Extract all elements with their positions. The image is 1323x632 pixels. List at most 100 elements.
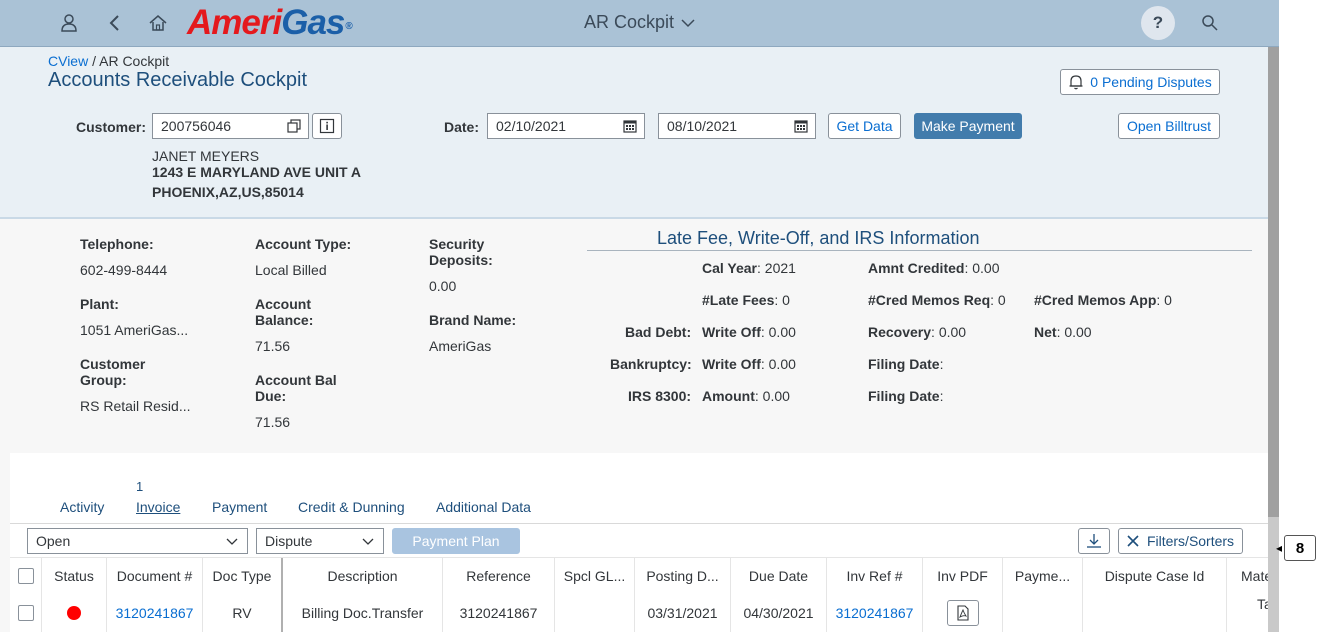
posting-date-cell: 03/31/2021 <box>635 594 731 632</box>
account-balance-value: 71.56 <box>255 338 291 354</box>
invoice-count-badge: 1 <box>136 479 144 494</box>
amnt-credited-field: Amnt Credited: 0.00 <box>868 260 1000 276</box>
back-icon[interactable] <box>103 11 127 35</box>
search-icon[interactable] <box>1198 11 1222 35</box>
account-type-label: Account Type: <box>255 236 352 252</box>
row-checkbox[interactable] <box>17 605 34 621</box>
home-icon[interactable] <box>146 11 170 35</box>
account-type-value: Local Billed <box>255 262 327 278</box>
table-row[interactable]: 3120241867 RV Billing Doc.Transfer 31202… <box>10 594 1279 632</box>
dispute-case-cell <box>1083 594 1227 632</box>
select-all-checkbox[interactable] <box>17 568 34 584</box>
brand-name-value: AmeriGas <box>429 338 492 354</box>
pdf-button[interactable] <box>946 600 979 626</box>
chevron-down-icon <box>681 18 695 27</box>
column-header-doc-type[interactable]: Doc Type <box>203 558 283 594</box>
date-to-input[interactable]: 08/10/2021 <box>658 113 816 139</box>
cred-memos-req-field: #Cred Memos Req: 0 <box>868 292 1006 308</box>
tab-credit-dunning[interactable]: Credit & Dunning <box>298 499 405 515</box>
calendar-icon[interactable] <box>622 118 638 134</box>
app-window: AmeriGas® AR Cockpit ? CView / AR Cockpi… <box>0 0 1279 632</box>
column-header-dispute-case-id[interactable]: Dispute Case Id <box>1083 558 1227 594</box>
shell-bar: AmeriGas® AR Cockpit ? <box>0 0 1279 47</box>
late-fee-divider <box>587 250 1252 251</box>
breadcrumb: CView / AR Cockpit <box>48 53 170 69</box>
account-info-section: Telephone: 602-499-8444 Plant: 1051 Amer… <box>0 220 1279 453</box>
telephone-value: 602-499-8444 <box>80 262 168 278</box>
payment-plan-button[interactable]: Payment Plan <box>392 528 520 554</box>
reference-cell: 3120241867 <box>443 594 555 632</box>
row-checkbox-cell[interactable] <box>10 594 42 632</box>
filters-sorters-button[interactable]: Filters/Sorters <box>1118 528 1243 554</box>
cal-year-field: Cal Year: 2021 <box>702 260 796 276</box>
tab-activity[interactable]: Activity <box>60 499 104 515</box>
irs-amount-field: Amount: 0.00 <box>702 388 790 404</box>
column-header-inv-pdf[interactable]: Inv PDF <box>923 558 1003 594</box>
column-header-spcl-gl[interactable]: Spcl GL... <box>555 558 635 594</box>
net-field: Net: 0.00 <box>1034 324 1092 340</box>
breadcrumb-current: AR Cockpit <box>99 53 170 69</box>
table-header: Status Document # Doc Type Description R… <box>10 557 1279 595</box>
help-button[interactable]: ? <box>1141 6 1175 40</box>
column-header-payment[interactable]: Payme... <box>1003 558 1083 594</box>
column-header-status[interactable]: Status <box>42 558 107 594</box>
page-header: CView / AR Cockpit Accounts Receivable C… <box>0 47 1279 219</box>
tab-additional-data[interactable]: Additional Data <box>436 499 531 515</box>
status-indicator <box>67 606 81 620</box>
scrollbar-thumb[interactable] <box>1268 47 1279 517</box>
column-header-due-date[interactable]: Due Date <box>731 558 827 594</box>
document-link[interactable]: 3120241867 <box>116 605 194 621</box>
plant-label: Plant: <box>80 296 119 312</box>
doc-type-cell: RV <box>203 594 283 632</box>
select-all-checkbox-cell[interactable] <box>10 558 42 594</box>
inv-pdf-cell <box>923 594 1003 632</box>
inv-ref-cell: 3120241867 <box>827 594 923 632</box>
column-header-reference[interactable]: Reference <box>443 558 555 594</box>
calendar-icon[interactable] <box>793 118 809 134</box>
cred-memos-app-field: #Cred Memos App: 0 <box>1034 292 1172 308</box>
info-icon <box>319 118 335 134</box>
bad-debt-write-off-field: Write Off: 0.00 <box>702 324 796 340</box>
security-deposits-label: Security Deposits: <box>429 236 493 268</box>
date-from-input[interactable]: 02/10/2021 <box>487 113 645 139</box>
pending-disputes-button[interactable]: 0 Pending Disputes <box>1060 69 1220 95</box>
customer-info-button[interactable] <box>312 113 342 139</box>
bankruptcy-write-off-field: Write Off: 0.00 <box>702 356 796 372</box>
download-icon <box>1087 534 1101 548</box>
customer-group-value: RS Retail Resid... <box>80 398 191 414</box>
amerigas-logo[interactable]: AmeriGas® <box>187 4 353 42</box>
pdf-icon <box>956 605 969 621</box>
tab-invoice[interactable]: Invoice <box>136 499 180 515</box>
customer-address-line2: PHOENIX,AZ,US,85014 <box>152 184 304 200</box>
close-icon <box>1127 535 1139 547</box>
column-header-document[interactable]: Document # <box>107 558 203 594</box>
user-icon[interactable] <box>57 11 81 35</box>
tab-divider <box>10 523 1279 524</box>
due-date-cell: 04/30/2021 <box>731 594 827 632</box>
chevron-down-icon <box>362 538 374 545</box>
inv-ref-link[interactable]: 3120241867 <box>836 605 914 621</box>
column-header-posting-date[interactable]: Posting D... <box>635 558 731 594</box>
late-fee-title: Late Fee, Write-Off, and IRS Information <box>657 228 980 248</box>
tab-payment[interactable]: Payment <box>212 499 267 515</box>
bankruptcy-label: Bankruptcy: <box>610 356 692 372</box>
copy-icon[interactable] <box>286 118 302 134</box>
irs-filing-date-field: Filing Date: <box>868 388 944 404</box>
plant-value: 1051 AmeriGas... <box>80 322 189 338</box>
document-cell: 3120241867 <box>107 594 203 632</box>
column-header-inv-ref[interactable]: Inv Ref # <box>827 558 923 594</box>
late-fees-field: #Late Fees: 0 <box>702 292 790 308</box>
download-button[interactable] <box>1078 528 1110 554</box>
column-header-description[interactable]: Description <box>283 558 443 594</box>
open-billtrust-button[interactable]: Open Billtrust <box>1118 113 1220 139</box>
pointer-arrow-icon: ◂ <box>1276 541 1283 555</box>
app-title-menu[interactable]: AR Cockpit <box>584 12 696 33</box>
get-data-button[interactable]: Get Data <box>828 113 901 139</box>
dispute-filter-select[interactable]: Dispute <box>256 528 384 554</box>
status-filter-select[interactable]: Open <box>27 528 248 554</box>
customer-group-label: Customer Group: <box>80 356 146 388</box>
breadcrumb-link-cview[interactable]: CView <box>48 53 88 69</box>
make-payment-button[interactable]: Make Payment <box>914 113 1022 139</box>
customer-input[interactable]: 200756046 <box>152 113 309 139</box>
spcl-gl-cell <box>555 594 635 632</box>
